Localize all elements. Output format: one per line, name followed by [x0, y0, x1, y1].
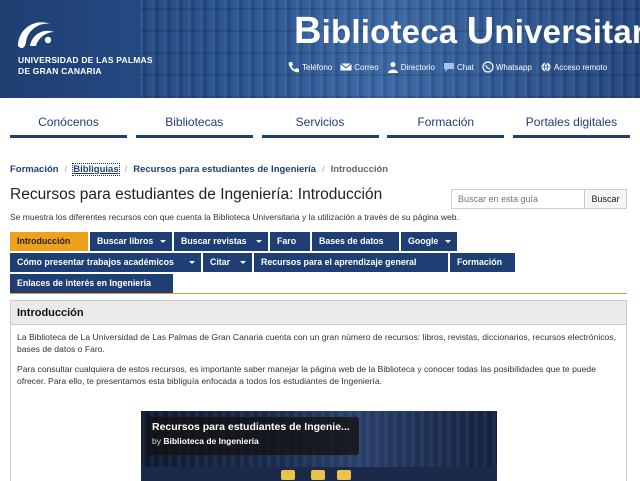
tab-label: Buscar libros	[97, 236, 154, 246]
phone-icon	[288, 62, 299, 73]
contact-directory[interactable]: Directorio	[387, 61, 435, 73]
university-logo-icon[interactable]	[14, 16, 58, 54]
main-nav: Conócenos Bibliotecas Servicios Formació…	[10, 108, 630, 138]
tab-label: Citar	[210, 257, 231, 267]
page-title: Recursos para estudiantes de Ingeniería:…	[10, 186, 383, 203]
site-title[interactable]: Biblioteca Universitaria	[294, 10, 640, 53]
chevron-down-icon	[445, 240, 451, 243]
contact-directory-label: Directorio	[400, 62, 435, 72]
header-banner: UNIVERSIDAD DE LAS PALMAS DE GRAN CANARI…	[0, 0, 640, 98]
nav-item-bibliotecas[interactable]: Bibliotecas	[135, 108, 253, 138]
tab-label: Bases de datos	[319, 236, 384, 246]
video-thumbnail-strip	[141, 467, 497, 481]
breadcrumb-separator: /	[64, 164, 68, 175]
contact-mail[interactable]: Correo	[340, 61, 379, 73]
content-heading: Introducción	[11, 301, 626, 325]
contact-mail-label: Correo	[354, 62, 379, 72]
contact-bar: Teléfono Correo Directorio Chat Whatsapp…	[288, 60, 607, 74]
video-author[interactable]: Biblioteca de Ingeniería	[163, 436, 258, 446]
contact-phone-label: Teléfono	[302, 62, 333, 72]
page-description: Se muestra los diferentes recursos con q…	[10, 212, 459, 222]
chevron-down-icon	[256, 240, 262, 243]
breadcrumb: Formación / Bibliguías / Recursos para e…	[10, 163, 389, 176]
chevron-down-icon	[240, 261, 246, 264]
chat-icon	[443, 63, 454, 72]
tab-label: Recursos para el aprendizaje general	[261, 257, 417, 267]
contact-remote-label: Acceso remoto	[553, 62, 608, 72]
site-title-cap2: U	[466, 10, 495, 52]
chevron-down-icon	[189, 261, 195, 264]
tab-label: Faro	[277, 236, 297, 246]
whatsapp-icon	[482, 61, 494, 73]
site-title-cap1: B	[294, 10, 322, 52]
person-icon	[387, 62, 398, 73]
contact-phone[interactable]: Teléfono	[288, 61, 332, 73]
video-embed[interactable]: Recursos para estudiantes de Ingenie... …	[141, 411, 497, 481]
tab-bases-de-datos[interactable]: Bases de datos	[312, 232, 399, 251]
tab-formacion[interactable]: Formación	[450, 253, 515, 272]
content-paragraph-2: Para consultar cualquiera de estos recur…	[17, 364, 596, 386]
thumbnail-icon	[337, 470, 351, 480]
tab-buscar-revistas[interactable]: Buscar revistas	[174, 232, 268, 251]
tab-presentar-trabajos[interactable]: Cómo presentar trabajos académicos	[10, 253, 201, 272]
video-title[interactable]: Recursos para estudiantes de Ingenie...	[152, 421, 354, 433]
breadcrumb-bibliguias[interactable]: Bibliguías	[72, 163, 120, 176]
tab-google[interactable]: Google	[401, 232, 457, 251]
globe-icon	[541, 62, 551, 73]
tab-introduccion[interactable]: Introducción	[10, 232, 88, 251]
tab-label: Formación	[457, 257, 502, 267]
tab-label: Enlaces de interés en Ingeniería	[17, 278, 151, 288]
contact-whatsapp-label: Whatsapp	[495, 62, 532, 72]
site-title-part1: iblioteca	[321, 13, 467, 50]
video-info-overlay: Recursos para estudiantes de Ingenie... …	[147, 417, 359, 455]
contact-whatsapp[interactable]: Whatsapp	[482, 61, 532, 73]
tab-recursos-aprendizaje[interactable]: Recursos para el aprendizaje general	[254, 253, 448, 272]
tab-citar[interactable]: Citar	[203, 253, 252, 272]
tab-enlaces-ingenieria[interactable]: Enlaces de interés en Ingeniería	[10, 274, 173, 293]
site-title-part2: niversitaria	[494, 13, 640, 50]
tab-label: Cómo presentar trabajos académicos	[17, 257, 174, 267]
guide-search-button[interactable]: Buscar	[584, 189, 627, 209]
video-by-prefix: by	[152, 436, 161, 446]
guide-search-input[interactable]	[451, 189, 585, 209]
mail-icon	[340, 63, 353, 71]
nav-item-portales-digitales[interactable]: Portales digitales	[513, 108, 630, 138]
breadcrumb-formacion[interactable]: Formación	[10, 164, 59, 175]
breadcrumb-recursos[interactable]: Recursos para estudiantes de Ingeniería	[133, 164, 316, 175]
content-paragraph-1: La Biblioteca de La Universidad de Las P…	[17, 332, 617, 354]
tab-buscar-libros[interactable]: Buscar libros	[90, 232, 172, 251]
nav-item-formacion[interactable]: Formación	[387, 108, 505, 138]
university-name-line1: UNIVERSIDAD DE LAS PALMAS	[18, 55, 153, 65]
breadcrumb-separator: /	[321, 164, 325, 175]
contact-chat[interactable]: Chat	[443, 61, 474, 73]
thumbnail-icon	[311, 470, 325, 480]
breadcrumb-introduccion: Introducción	[330, 164, 389, 175]
content-box: Introducción La Biblioteca de La Univers…	[10, 300, 627, 481]
tab-label: Introducción	[17, 236, 71, 246]
nav-item-servicios[interactable]: Servicios	[261, 108, 379, 138]
university-name-line2: DE GRAN CANARIA	[18, 66, 102, 76]
nav-item-conocenos[interactable]: Conócenos	[10, 108, 127, 138]
contact-chat-label: Chat	[456, 62, 474, 72]
contact-remote[interactable]: Acceso remoto	[540, 61, 607, 73]
tab-faro[interactable]: Faro	[270, 232, 310, 251]
breadcrumb-separator: /	[124, 164, 128, 175]
tab-label: Google	[408, 236, 439, 246]
thumbnail-icon	[281, 470, 295, 480]
guide-tabs: Introducción Buscar libros Buscar revist…	[10, 232, 627, 294]
video-byline: by Biblioteca de Ingeniería	[152, 436, 354, 446]
chevron-down-icon	[160, 240, 166, 243]
university-name: UNIVERSIDAD DE LAS PALMAS DE GRAN CANARI…	[18, 55, 153, 77]
tab-label: Buscar revistas	[181, 236, 247, 246]
